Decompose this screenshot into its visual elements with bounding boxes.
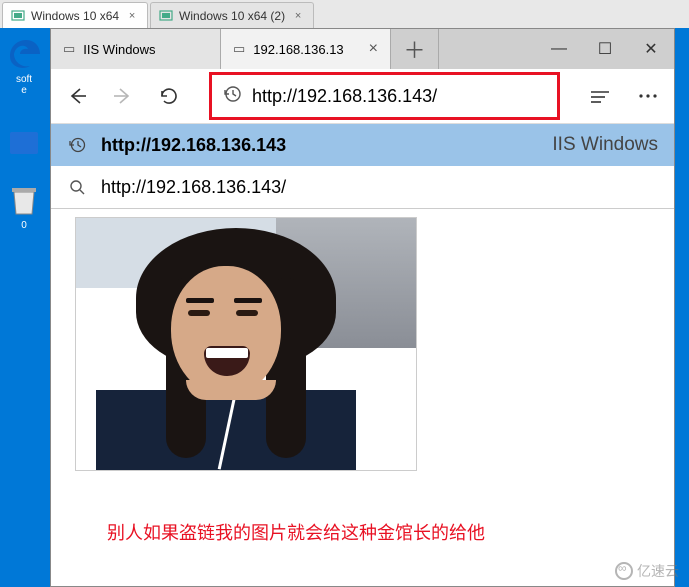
plus-icon: ＋: [403, 33, 425, 65]
close-icon: ✕: [644, 39, 657, 59]
search-icon: [67, 178, 87, 196]
browser-tab-label: IIS Windows: [83, 42, 155, 57]
app-icon: [6, 126, 42, 162]
browser-tab-bar: ▭ IIS Windows ▭ 192.168.136.13 × ＋ — ☐ ✕: [51, 29, 674, 69]
clock-icon: [67, 136, 87, 154]
address-input[interactable]: [252, 86, 547, 107]
desktop-icon-label: 0: [0, 220, 48, 231]
close-button[interactable]: ✕: [628, 29, 674, 69]
close-icon[interactable]: ×: [291, 9, 305, 23]
minimize-icon: —: [551, 40, 567, 58]
refresh-button[interactable]: [157, 84, 181, 108]
close-icon[interactable]: ×: [369, 40, 378, 58]
arrow-left-icon: [66, 85, 88, 107]
vm-icon: [159, 9, 173, 23]
page-content: 别人如果盗链我的图片就会给这种金馆长的给他: [51, 209, 674, 586]
suggestion-secondary: IIS Windows: [552, 134, 658, 156]
page-icon: ▭: [63, 41, 75, 57]
vm-tab-label: Windows 10 x64: [31, 9, 119, 23]
address-bar[interactable]: [209, 72, 560, 120]
desktop-icon-label: soft: [0, 74, 48, 85]
desktop-icon-generic[interactable]: [0, 126, 48, 162]
suggestion-item[interactable]: http://192.168.136.143 IIS Windows: [51, 124, 674, 166]
toolbar: [51, 69, 674, 124]
more-button[interactable]: [636, 84, 660, 108]
new-tab-button[interactable]: ＋: [391, 29, 439, 69]
watermark-icon: [615, 562, 633, 580]
browser-window: ▭ IIS Windows ▭ 192.168.136.13 × ＋ — ☐ ✕: [50, 28, 675, 587]
browser-tab-label: 192.168.136.13: [253, 42, 343, 57]
maximize-button[interactable]: ☐: [582, 29, 628, 69]
desktop-icon-recycle[interactable]: 0: [0, 182, 48, 231]
dots-icon: [637, 85, 659, 107]
toolbar-right: [588, 84, 660, 108]
watermark-text: 亿速云: [637, 561, 679, 581]
suggestion-item[interactable]: http://192.168.136.143/: [51, 166, 674, 208]
desktop-icon-label: e: [0, 85, 48, 96]
page-icon: ▭: [233, 41, 245, 57]
arrow-right-icon: [112, 85, 134, 107]
vm-icon: [11, 9, 25, 23]
browser-tab-active[interactable]: ▭ 192.168.136.13 ×: [221, 29, 391, 69]
vm-tab-bar: Windows 10 x64 × Windows 10 x64 (2) ×: [0, 0, 689, 28]
suggestion-text: http://192.168.136.143: [101, 135, 286, 156]
refresh-icon: [158, 85, 180, 107]
suggestion-text: http://192.168.136.143/: [101, 177, 286, 198]
forward-button[interactable]: [111, 84, 135, 108]
reading-list-button[interactable]: [588, 84, 612, 108]
vm-tab-active[interactable]: Windows 10 x64 ×: [2, 2, 148, 28]
suggestions-dropdown: http://192.168.136.143 IIS Windows http:…: [51, 124, 674, 209]
watermark: 亿速云: [615, 561, 679, 581]
close-icon[interactable]: ×: [125, 9, 139, 23]
browser-tab[interactable]: ▭ IIS Windows: [51, 29, 221, 69]
window-controls: — ☐ ✕: [536, 29, 674, 69]
content-image: [75, 217, 417, 471]
maximize-icon: ☐: [598, 39, 612, 59]
desktop[interactable]: soft e 0: [0, 28, 50, 587]
history-icon: [222, 84, 242, 109]
edge-icon: [6, 36, 42, 72]
lines-icon: [589, 85, 611, 107]
back-button[interactable]: [65, 84, 89, 108]
recycle-bin-icon: [6, 182, 42, 218]
caption-text: 别人如果盗链我的图片就会给这种金馆长的给他: [107, 519, 650, 545]
vm-tab-inactive[interactable]: Windows 10 x64 (2) ×: [150, 2, 314, 28]
desktop-icon-edge[interactable]: soft e: [0, 36, 48, 96]
minimize-button[interactable]: —: [536, 29, 582, 69]
vm-tab-label: Windows 10 x64 (2): [179, 9, 285, 23]
